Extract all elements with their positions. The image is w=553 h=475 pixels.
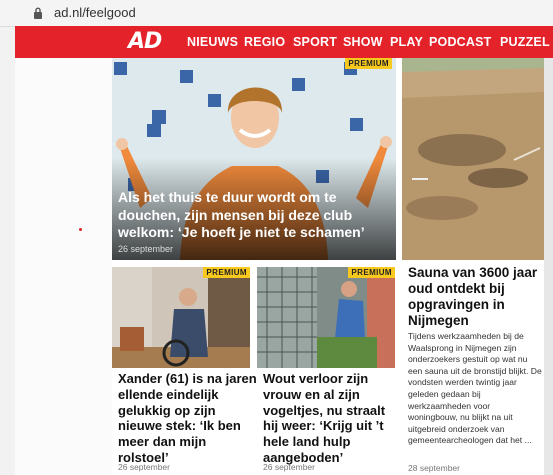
xander-article-date: 26 september — [118, 462, 170, 472]
xander-photo — [112, 267, 250, 368]
wout-photo — [257, 267, 395, 368]
sauna-article-image[interactable] — [402, 58, 544, 260]
wout-article-title[interactable]: Wout verloor zijn vrouw en al zijn vogel… — [263, 371, 403, 466]
xander-article-image[interactable]: PREMIUM — [112, 267, 250, 368]
nav-item-podcast[interactable]: PODCAST — [429, 35, 492, 49]
nav-item-play[interactable]: PLAY — [390, 35, 423, 49]
hero-date: 26 september — [118, 244, 174, 254]
left-gutter — [15, 58, 112, 475]
article-grid: PREMIUM Als het thuis te duur wordt om t… — [112, 58, 544, 475]
sauna-article-snippet: Tijdens werkzaamheden bij de Waalsprong … — [408, 331, 542, 446]
nav-item-nieuws[interactable]: NIEUWS — [187, 35, 238, 49]
right-gutter — [544, 58, 553, 475]
premium-badge: PREMIUM — [345, 58, 392, 69]
premium-badge: PREMIUM — [348, 267, 395, 278]
nav-item-regio[interactable]: REGIO — [244, 35, 285, 49]
url-text[interactable]: ad.nl/feelgood — [54, 5, 136, 20]
xander-article-title[interactable]: Xander (61) is na jaren ellende eindelij… — [118, 371, 258, 466]
sauna-article-title[interactable]: Sauna van 3600 jaar oud ontdekt bij opgr… — [408, 265, 542, 329]
site-navbar: AD NIEUWS REGIO SPORT SHOW PLAY PODCAST … — [15, 26, 553, 58]
excavation-photo — [402, 58, 544, 260]
nav-item-sport[interactable]: SPORT — [293, 35, 337, 49]
hero-title[interactable]: Als het thuis te duur wordt om te douche… — [118, 189, 388, 242]
ad-logo[interactable]: AD — [128, 29, 162, 54]
dot-marker — [79, 228, 82, 231]
lock-icon — [34, 7, 42, 19]
browser-url-bar[interactable]: ad.nl/feelgood — [0, 0, 553, 27]
sauna-article-date: 28 september — [408, 463, 460, 473]
wout-article-date: 26 september — [263, 462, 315, 472]
nav-item-show[interactable]: SHOW — [343, 35, 383, 49]
premium-badge: PREMIUM — [203, 267, 250, 278]
wout-article-image[interactable]: PREMIUM — [257, 267, 395, 368]
nav-item-puzzel[interactable]: PUZZEL — [500, 35, 550, 49]
hero-article[interactable]: PREMIUM Als het thuis te duur wordt om t… — [112, 58, 396, 260]
